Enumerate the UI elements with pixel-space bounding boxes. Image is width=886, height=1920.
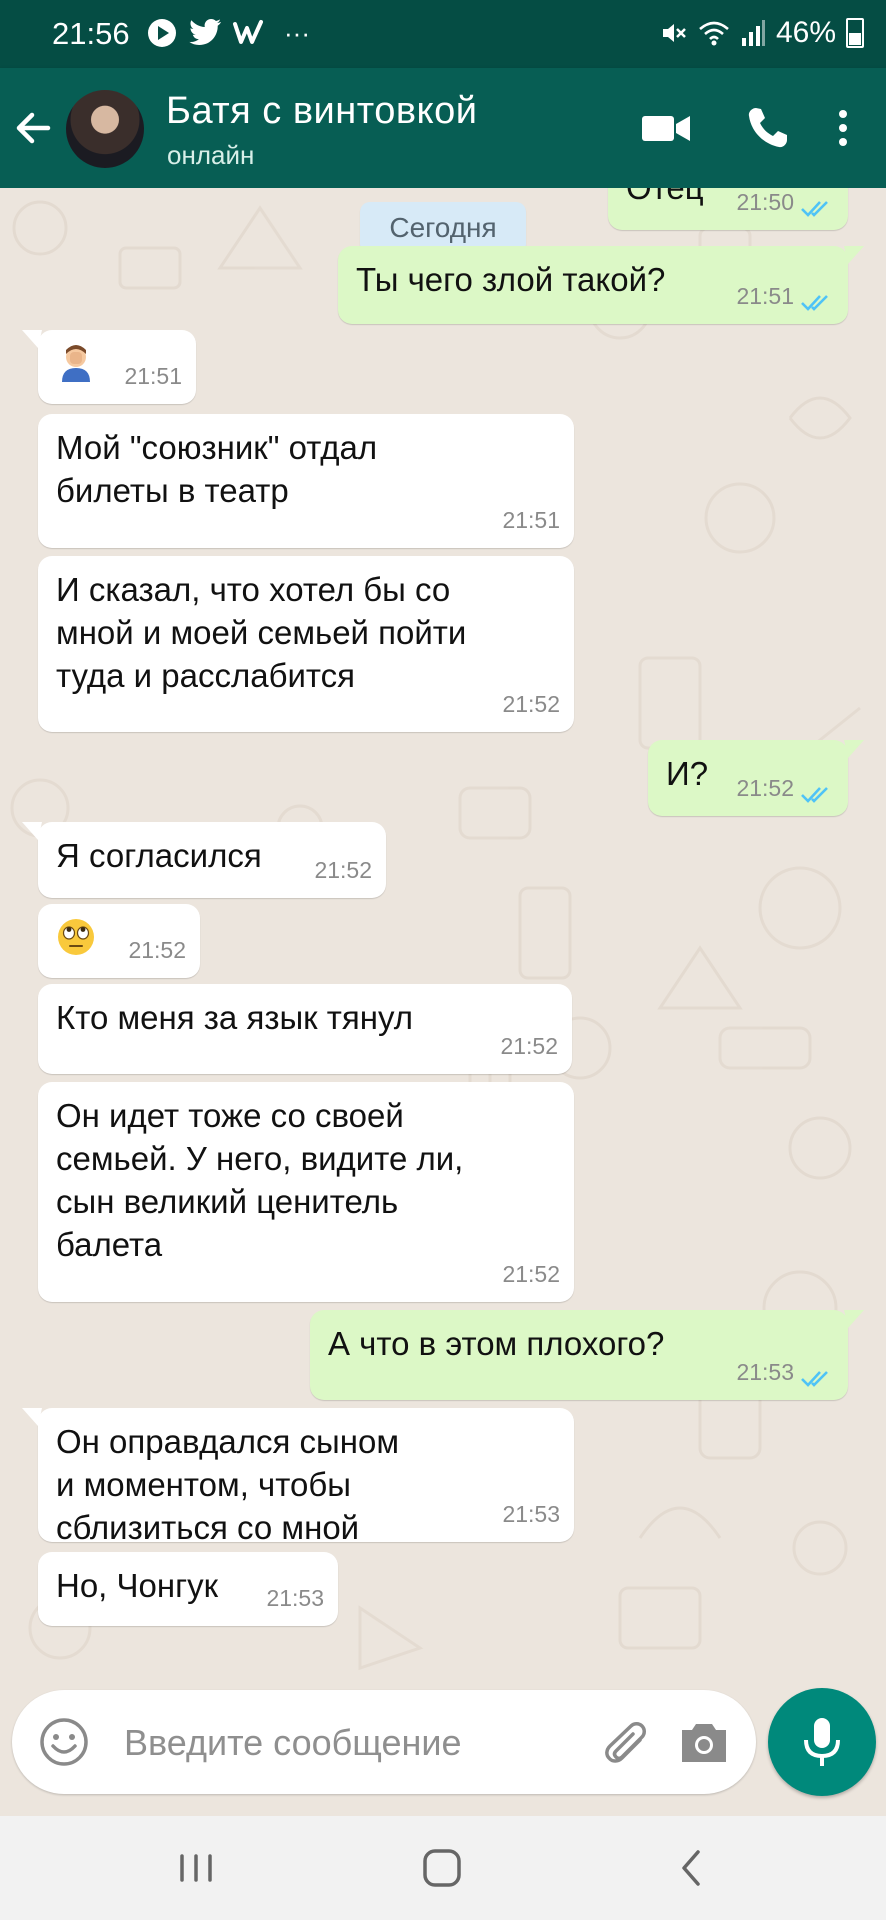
microphone-icon: [804, 1718, 840, 1766]
read-ticks-icon: [801, 1371, 828, 1387]
message-time: 21:51: [736, 283, 794, 309]
bubble-tail: [844, 740, 864, 758]
message-bubble-outgoing[interactable]: Отец 21:50: [608, 188, 848, 230]
message-bubble-incoming[interactable]: Мой "союзник" отдал билеты в театр 21:51: [38, 414, 574, 548]
recents-icon[interactable]: [174, 1844, 218, 1892]
message-bubble-incoming[interactable]: Кто меня за язык тянул 21:52: [38, 984, 572, 1074]
message-time: 21:52: [502, 691, 560, 717]
message-input[interactable]: [122, 1712, 566, 1774]
message-text: А что в этом плохого?: [328, 1325, 665, 1362]
message-bubble-incoming[interactable]: И сказал, что хотел бы со мной и моей се…: [38, 556, 574, 732]
battery-icon: [846, 18, 864, 48]
back-arrow-icon[interactable]: [10, 98, 56, 158]
eye-roll-emoji-icon: [58, 919, 94, 955]
message-time: 21:52: [502, 1261, 560, 1287]
message-composer: [12, 1690, 756, 1794]
message-text: Кто меня за язык тянул: [56, 999, 414, 1036]
notification-icons: ···: [146, 17, 310, 49]
message-text: И сказал, что хотел бы со мной и моей се…: [56, 571, 467, 694]
camera-icon[interactable]: [676, 1714, 732, 1770]
message-text: Он идет тоже со своей семьей. У него, ви…: [56, 1097, 464, 1263]
message-time: 21:52: [500, 1033, 558, 1059]
battery-percent: 46%: [775, 16, 836, 49]
message-bubble-incoming[interactable]: Он идет тоже со своей семьей. У него, ви…: [38, 1082, 574, 1302]
nav-back-icon[interactable]: [676, 1844, 706, 1892]
message-time: 21:53: [736, 1359, 794, 1385]
message-text: Мой "союзник" отдал билеты в театр: [56, 429, 378, 509]
message-time: 21:52: [736, 775, 794, 801]
message-time: 21:51: [502, 507, 560, 533]
message-text: И?: [666, 755, 709, 792]
contact-status: онлайн: [167, 140, 255, 170]
voice-call-icon[interactable]: [742, 98, 794, 158]
contact-avatar[interactable]: [66, 90, 144, 168]
more-vert-icon[interactable]: [826, 98, 860, 158]
message-text: Он оправдался сыном и моментом, чтобы сб…: [56, 1423, 400, 1546]
message-bubble-outgoing[interactable]: И? 21:52: [648, 740, 864, 816]
message-bubble-incoming[interactable]: 21:51: [22, 330, 196, 404]
read-ticks-icon: [801, 201, 828, 217]
message-bubble-incoming[interactable]: 21:52: [38, 904, 200, 978]
home-icon[interactable]: [420, 1844, 464, 1892]
twitter-icon: [189, 19, 221, 45]
message-time: 21:52: [128, 937, 186, 963]
bubble-tail: [844, 246, 864, 264]
paperclip-icon[interactable]: [596, 1714, 650, 1770]
bubble-tail: [22, 822, 42, 840]
wifi-icon: [699, 21, 729, 46]
facepalm-emoji-icon: [62, 345, 90, 382]
more-notifications-icon: ···: [284, 18, 310, 48]
bubble-tail: [844, 1310, 864, 1328]
message-text: Но, Чонгук: [56, 1567, 219, 1604]
mute-icon: [662, 24, 686, 42]
message-time: 21:51: [124, 363, 182, 389]
contact-name[interactable]: Батя с винтовкой: [166, 90, 477, 133]
emoji-icon[interactable]: [36, 1714, 92, 1770]
message-bubble-outgoing[interactable]: А что в этом плохого? 21:53: [310, 1310, 864, 1400]
message-text: Отец: [626, 188, 704, 209]
status-time: 21:56: [52, 16, 130, 51]
play-icon: [148, 19, 176, 47]
message-bubble-incoming[interactable]: Он оправдался сыном и моментом, чтобы сб…: [22, 1408, 574, 1546]
signal-icon: [741, 20, 765, 46]
message-time: 21:53: [502, 1501, 560, 1527]
message-text: Я согласился: [56, 837, 262, 874]
message-bubble-incoming[interactable]: Я согласился 21:52: [22, 822, 386, 898]
bubble-tail: [22, 1408, 42, 1426]
read-ticks-icon: [801, 295, 828, 311]
system-nav-bar: [0, 1816, 886, 1920]
w-app-icon: [233, 20, 263, 44]
message-time: 21:52: [314, 857, 372, 883]
status-bar: 21:56 ··· 46%: [0, 0, 886, 68]
message-time: 21:53: [266, 1585, 324, 1611]
chat-header: Батя с винтовкой онлайн: [0, 68, 886, 188]
system-indicators: 46%: [658, 16, 864, 50]
voice-message-button[interactable]: [768, 1688, 876, 1796]
message-bubble-outgoing[interactable]: Ты чего злой такой? 21:51: [338, 246, 864, 324]
read-ticks-icon: [801, 787, 828, 803]
message-time: 21:50: [736, 189, 794, 215]
message-bubble-incoming[interactable]: Но, Чонгук 21:53: [38, 1552, 338, 1626]
message-list[interactable]: Отец 21:50 Сегодня Ты чего злой такой? 2…: [0, 188, 886, 1678]
bubble-tail: [22, 330, 42, 348]
message-text: Ты чего злой такой?: [356, 261, 666, 298]
video-call-icon[interactable]: [640, 98, 692, 158]
